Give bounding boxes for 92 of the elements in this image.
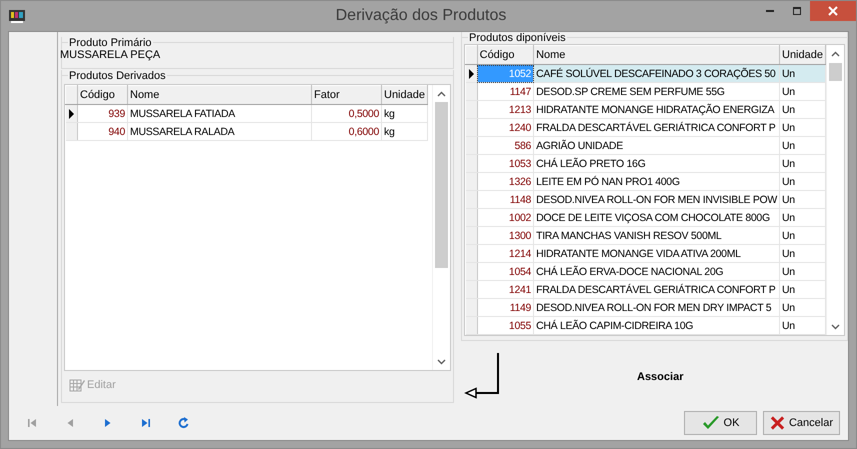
edit-icon bbox=[69, 377, 85, 393]
window-title: Derivação dos Produtos bbox=[334, 7, 508, 25]
column-header[interactable]: Unidade bbox=[382, 86, 428, 104]
table-row[interactable]: 586 AGRIÃO UNIDADE Un bbox=[466, 136, 826, 154]
table-cell: 0,6000 bbox=[312, 122, 382, 140]
minimize-icon bbox=[766, 10, 774, 12]
table-cell: CHÁ LEÃO PRETO 16G bbox=[534, 154, 780, 172]
table-cell: 1052 bbox=[477, 64, 534, 82]
table-cell: TIRA MANCHAS VANISH RESOV 500ML bbox=[534, 226, 780, 244]
close-button[interactable] bbox=[810, 1, 856, 21]
row-pointer-icon bbox=[466, 68, 476, 80]
maximize-icon bbox=[792, 6, 802, 16]
table-cell: 586 bbox=[477, 136, 534, 154]
table-cell: 1147 bbox=[477, 82, 534, 100]
table-row[interactable]: 939 MUSSARELA FATIADA 0,5000 kg bbox=[66, 104, 428, 122]
table-cell: 1326 bbox=[477, 172, 534, 190]
table-cell: FRALDA DESCARTÁVEL GERIÁTRICA CONFORT P bbox=[534, 118, 780, 136]
table-cell: Un bbox=[780, 64, 826, 82]
close-icon bbox=[828, 6, 838, 16]
column-header[interactable]: Nome bbox=[534, 46, 780, 64]
scroll-up-icon bbox=[831, 50, 840, 56]
table-cell: 1148 bbox=[477, 190, 534, 208]
table-cell: CHÁ LEÃO ERVA-DOCE NACIONAL 20G bbox=[534, 262, 780, 280]
scrollbar-thumb[interactable] bbox=[829, 63, 842, 81]
table-cell: 940 bbox=[78, 122, 128, 140]
group-label: Produto Primário bbox=[68, 36, 153, 48]
first-record-icon bbox=[26, 417, 38, 429]
table-cell: FRALDA DESCARTÁVEL GERIÁTRICA CONFORT P bbox=[534, 280, 780, 298]
table-row[interactable]: 1300 TIRA MANCHAS VANISH RESOV 500ML Un bbox=[466, 226, 826, 244]
refresh-icon bbox=[178, 417, 190, 429]
table-cell: 939 bbox=[78, 104, 128, 122]
app-icon bbox=[8, 8, 26, 24]
table-row[interactable]: 1214 HIDRATANTE MONANGE VIDA ATIVA 200ML Un bbox=[466, 244, 826, 262]
table-cell: HIDRATANTE MONANGE HIDRATAÇÃO ENERGIZA bbox=[534, 100, 780, 118]
field-value: MUSSARELA PEÇA bbox=[60, 49, 162, 61]
scroll-up-icon bbox=[437, 90, 446, 96]
scrollbar-thumb[interactable] bbox=[435, 102, 448, 268]
last-record-icon bbox=[140, 417, 152, 429]
scrollbar[interactable] bbox=[432, 85, 450, 370]
table-cell: 0,5000 bbox=[312, 104, 382, 122]
column-header[interactable]: Unidade bbox=[780, 46, 826, 64]
table-row[interactable]: 1054 CHÁ LEÃO ERVA-DOCE NACIONAL 20G Un bbox=[466, 262, 826, 280]
table-row[interactable]: 1002 DOCE DE LEITE VIÇOSA COM CHOCOLATE 800G Un bbox=[466, 208, 826, 226]
scrollbar[interactable] bbox=[826, 45, 844, 335]
scroll-down-icon bbox=[437, 358, 446, 364]
associate-button[interactable]: Associar bbox=[631, 369, 690, 385]
table-row[interactable]: 1052 CAFÉ SOLÚVEL DESCAFEINADO 3 CORAÇÕES 50 Un bbox=[466, 64, 826, 82]
table-row[interactable]: 1213 HIDRATANTE MONANGE HIDRATAÇÃO ENERGIZA Un bbox=[466, 100, 826, 118]
table-cell: 1053 bbox=[477, 154, 534, 172]
table-cell: MUSSARELA FATIADA bbox=[128, 104, 312, 122]
table-row[interactable]: 1055 CHÁ LEÃO CAPIM-CIDREIRA 10G Un bbox=[466, 316, 826, 334]
scroll-down-icon bbox=[831, 324, 840, 330]
table-cell: AGRIÃO UNIDADE bbox=[534, 136, 780, 154]
table-cell: 1300 bbox=[477, 226, 534, 244]
table-cell: 1149 bbox=[477, 298, 534, 316]
ok-button[interactable]: OK bbox=[684, 411, 757, 435]
table-cell: 1214 bbox=[477, 244, 534, 262]
table-row[interactable]: 1149 DESOD.NIVEA ROLL-ON FOR MEN DRY IMPACT 5 Un bbox=[466, 298, 826, 316]
table-cell: DOCE DE LEITE VIÇOSA COM CHOCOLATE 800G bbox=[534, 208, 780, 226]
table-cell: DESOD.SP CREME SEM PERFUME 55G bbox=[534, 82, 780, 100]
table-row[interactable]: 1241 FRALDA DESCARTÁVEL GERIÁTRICA CONFORT P Un bbox=[466, 280, 826, 298]
table-row[interactable]: 1326 LEITE EM PÓ NAN PRO1 400G Un bbox=[466, 172, 826, 190]
table-cell: 1054 bbox=[477, 262, 534, 280]
table-cell: 1055 bbox=[477, 316, 534, 334]
table-row[interactable]: 1147 DESOD.SP CREME SEM PERFUME 55G Un bbox=[466, 82, 826, 100]
table-row[interactable]: 1148 DESOD.NIVEA ROLL-ON FOR MEN INVISIBLE POW Un bbox=[466, 190, 826, 208]
table-cell: 1213 bbox=[477, 100, 534, 118]
bent-arrow-icon bbox=[464, 353, 499, 399]
column-header[interactable]: Código bbox=[477, 46, 534, 64]
column-header[interactable]: Código bbox=[78, 86, 128, 104]
table-row[interactable]: 940 MUSSARELA RALADA 0,6000 kg bbox=[66, 122, 428, 140]
table-cell: kg bbox=[382, 104, 428, 122]
column-header[interactable]: Fator bbox=[312, 86, 382, 104]
cross-icon bbox=[770, 415, 785, 431]
table-cell: CAFÉ SOLÚVEL DESCAFEINADO 3 CORAÇÕES 50 bbox=[534, 64, 780, 82]
column-header[interactable]: Nome bbox=[128, 86, 312, 104]
table-cell: LEITE EM PÓ NAN PRO1 400G bbox=[534, 172, 780, 190]
group-label: Produtos diponíveis bbox=[468, 32, 567, 44]
table-cell: CHÁ LEÃO CAPIM-CIDREIRA 10G bbox=[534, 316, 780, 334]
cancel-button[interactable]: Cancelar bbox=[763, 411, 840, 435]
check-icon bbox=[702, 415, 720, 431]
table-row[interactable]: 1053 CHÁ LEÃO PRETO 16G Un bbox=[466, 154, 826, 172]
table-cell: 1240 bbox=[477, 118, 534, 136]
table-cell: 1002 bbox=[477, 208, 534, 226]
table-cell: kg bbox=[382, 122, 428, 140]
table-row[interactable]: 1240 FRALDA DESCARTÁVEL GERIÁTRICA CONFORT P Un bbox=[466, 118, 826, 136]
table-cell: 1241 bbox=[477, 280, 534, 298]
group-label: Produtos Derivados bbox=[68, 70, 167, 82]
table-cell: MUSSARELA RALADA bbox=[128, 122, 312, 140]
table-cell: DESOD.NIVEA ROLL-ON FOR MEN DRY IMPACT 5 bbox=[534, 298, 780, 316]
table-cell: DESOD.NIVEA ROLL-ON FOR MEN INVISIBLE POW bbox=[534, 190, 780, 208]
table-cell: HIDRATANTE MONANGE VIDA ATIVA 200ML bbox=[534, 244, 780, 262]
